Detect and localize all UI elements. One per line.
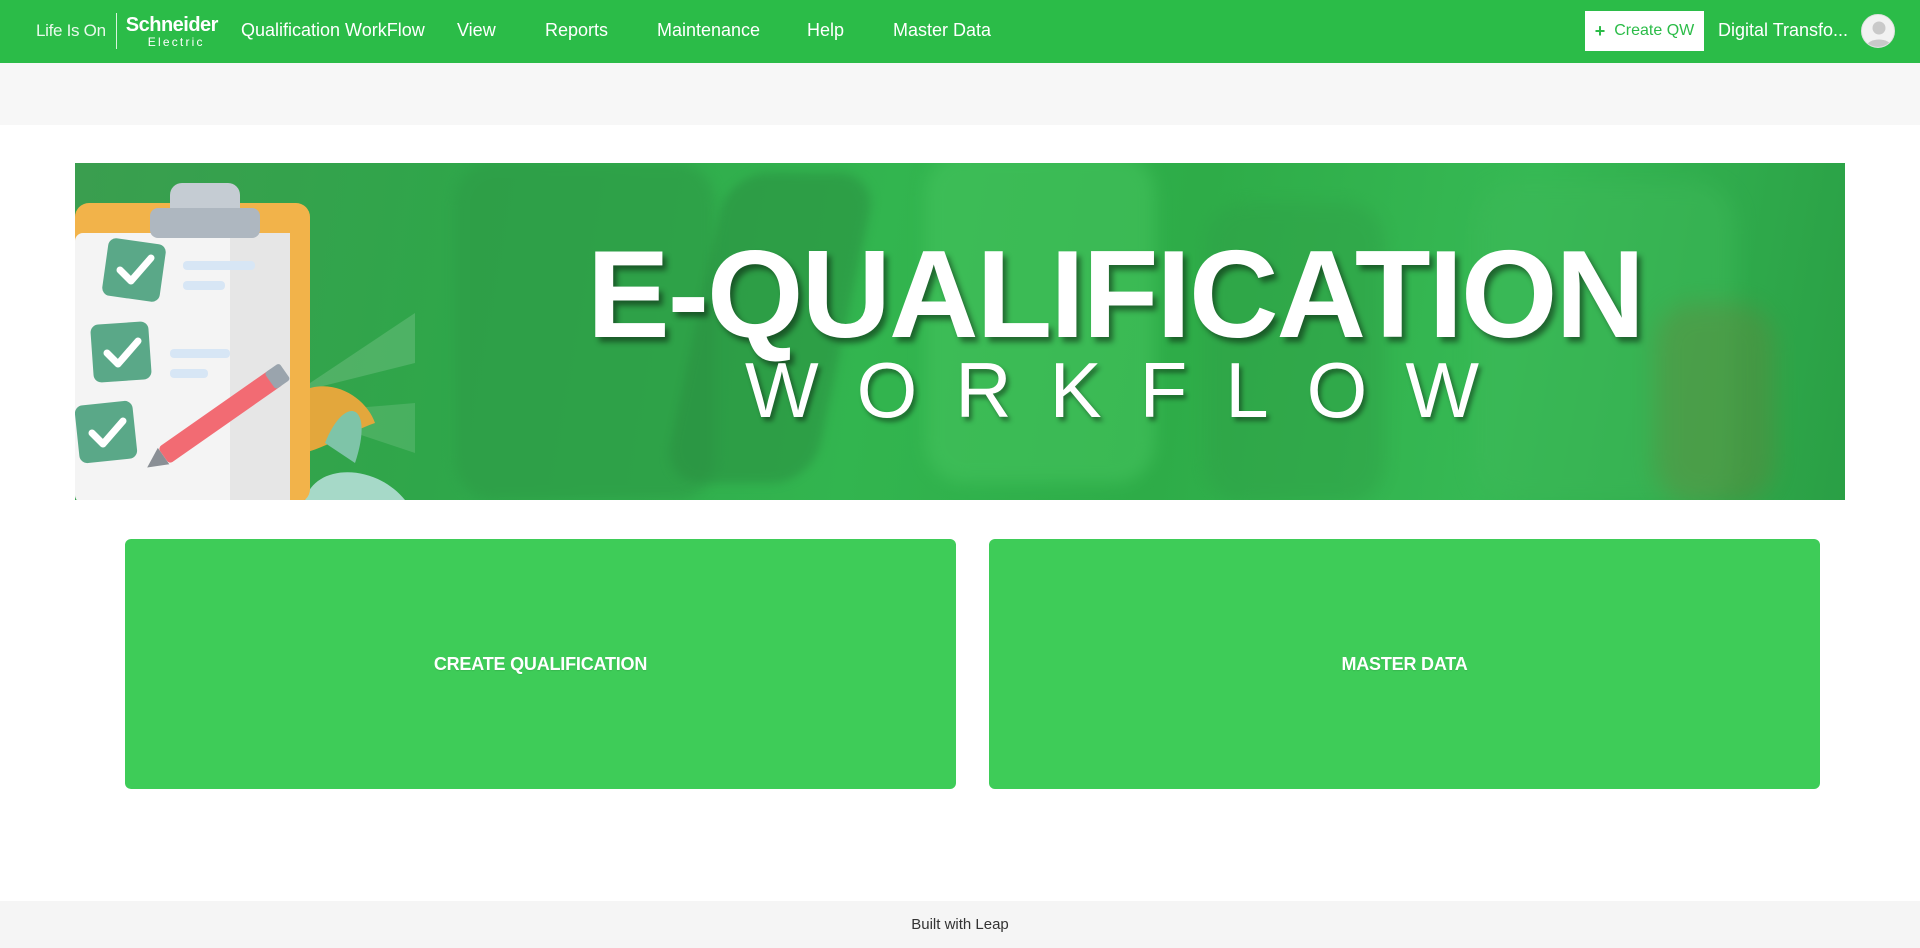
company-name: Schneider — [125, 13, 219, 36]
master-data-label: MASTER DATA — [1341, 653, 1468, 674]
top-navbar: Life Is On Schneider Electric Qualificat… — [0, 0, 1920, 63]
create-qualification-label: CREATE QUALIFICATION — [433, 653, 648, 674]
brand-tagline: Life Is On — [36, 21, 106, 40]
sub-header-bar — [0, 63, 1920, 125]
footer: Built with Leap — [0, 901, 1920, 948]
company-subname: Electric — [147, 34, 205, 49]
company-logo: Schneider Electric — [125, 13, 219, 49]
nav-item-help[interactable]: Help — [807, 20, 844, 41]
brand-logo[interactable]: Life Is On Schneider Electric — [36, 12, 218, 50]
banner-title: E-QUALIFICATION — [587, 226, 1645, 364]
nav-item-master-data[interactable]: Master Data — [893, 20, 991, 41]
create-qw-label: Create QW — [1614, 22, 1695, 39]
user-avatar-icon[interactable] — [1861, 14, 1895, 48]
nav-item-view[interactable]: View — [457, 20, 496, 41]
hero-banner: E-QUALIFICATION WORKFLOW — [75, 163, 1845, 500]
nav-item-qualification-workflow[interactable]: Qualification WorkFlow — [241, 20, 425, 41]
brand-divider — [115, 13, 117, 49]
banner-subtitle: WORKFLOW — [745, 346, 1517, 434]
plus-icon: + — [1594, 20, 1606, 41]
create-qualification-card[interactable]: CREATE QUALIFICATION — [125, 539, 956, 789]
create-qw-button[interactable]: + Create QW — [1585, 11, 1704, 51]
footer-text: Built with Leap — [911, 916, 1009, 933]
master-data-card[interactable]: MASTER DATA — [989, 539, 1820, 789]
nav-item-reports[interactable]: Reports — [545, 20, 608, 41]
user-name[interactable]: Digital Transfo... — [1718, 20, 1848, 41]
nav-item-maintenance[interactable]: Maintenance — [657, 20, 760, 41]
